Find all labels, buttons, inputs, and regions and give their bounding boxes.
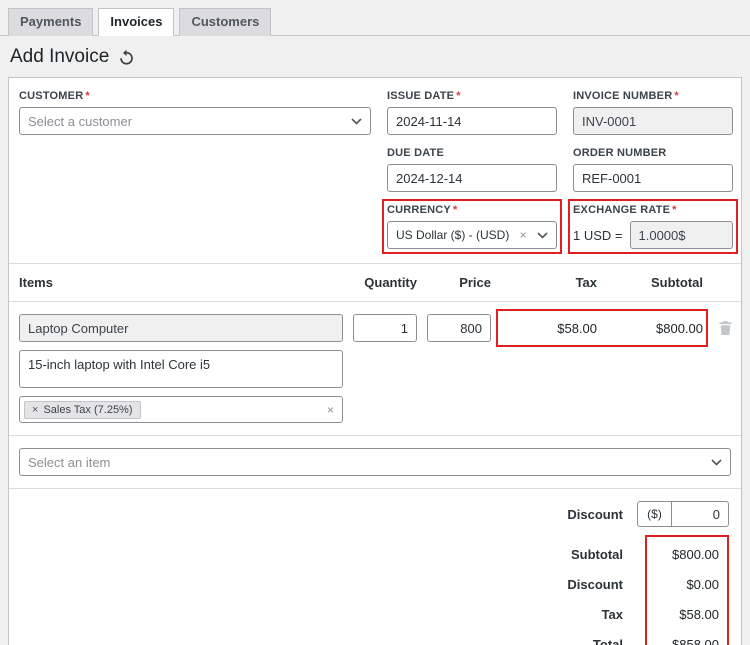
chevron-down-icon — [711, 458, 722, 466]
currency-label: CURRENCY — [387, 204, 451, 216]
due-date-input[interactable]: 2024-12-14 — [387, 164, 557, 192]
quantity-header-label: Quantity — [364, 275, 417, 290]
subtotal-header-label: Subtotal — [651, 275, 703, 290]
tab-payments[interactable]: Payments — [8, 8, 94, 36]
add-item-row: Select an item — [9, 435, 741, 489]
required-marker: * — [85, 90, 90, 102]
exchange-rate-prefix: 1 USD = — [573, 227, 623, 243]
item-select[interactable]: Select an item — [19, 448, 731, 476]
discount-group: ($) 0 — [637, 501, 729, 527]
discount-unit-select[interactable]: ($) — [638, 502, 672, 526]
tax-value: $58.00 — [679, 606, 719, 622]
totals-values-highlight-box: $800.00 $0.00 $58.00 $858.00 — [645, 535, 729, 645]
subtotal-label: Subtotal — [571, 546, 623, 562]
required-marker: * — [456, 90, 461, 102]
issue-date-label: ISSUE DATE — [387, 90, 455, 102]
totals-table: Subtotal Discount Tax Total $800.00 $0.0… — [567, 535, 729, 645]
invoice-form: CUSTOMER * Select a customer ISSUE DATE * … — [9, 78, 741, 263]
customer-label: CUSTOMER — [19, 90, 84, 102]
tax-header-label: Tax — [575, 275, 597, 290]
discount-input-row: Discount ($) 0 — [567, 501, 729, 527]
order-number-group: ORDER NUMBER REF-0001 — [573, 147, 733, 192]
totals-labels: Subtotal Discount Tax Total — [567, 539, 623, 645]
order-number-label: ORDER NUMBER — [573, 147, 667, 159]
item-tax-value: $58.00 — [557, 320, 597, 336]
totals-section: Discount ($) 0 Subtotal Discount Tax Tot… — [9, 489, 741, 645]
clear-tags-icon[interactable]: × — [327, 403, 334, 417]
order-number-input[interactable]: REF-0001 — [573, 164, 733, 192]
total-label: Total — [592, 636, 623, 645]
currency-clear-icon[interactable]: × — [520, 228, 527, 242]
item-name-field: Laptop Computer — [19, 314, 343, 342]
invoice-number-group: INVOICE NUMBER * INV-0001 — [573, 90, 733, 135]
tax-label: Tax — [601, 606, 623, 622]
items-body: Laptop Computer 1 800 $58.00 $800.00 15-… — [9, 302, 741, 435]
items-header-label: Items — [19, 275, 53, 290]
tab-bar: Payments Invoices Customers — [0, 0, 750, 36]
chevron-down-icon — [351, 117, 362, 125]
discount-label: Discount — [567, 576, 623, 592]
currency-value: US Dollar ($) - (USD) — [396, 228, 510, 242]
currency-select[interactable]: US Dollar ($) - (USD) × — [387, 221, 557, 249]
tab-invoices[interactable]: Invoices — [98, 8, 175, 36]
undo-icon — [120, 49, 134, 65]
item-quantity-input[interactable]: 1 — [353, 314, 417, 342]
invoice-number-field: INV-0001 — [573, 107, 733, 135]
required-marker: * — [672, 204, 677, 216]
title-row: Add Invoice — [0, 36, 750, 77]
chevron-down-icon — [537, 231, 548, 239]
undo-button[interactable] — [118, 49, 135, 66]
required-marker: * — [452, 204, 458, 216]
chip-remove-icon[interactable]: × — [32, 404, 38, 416]
item-select-placeholder: Select an item — [28, 454, 111, 470]
page-title: Add Invoice — [10, 46, 110, 67]
invoice-number-label: INVOICE NUMBER — [573, 90, 673, 102]
tax-tag-chip: × Sales Tax (7.25%) — [24, 400, 141, 419]
required-marker: * — [674, 90, 679, 102]
customer-placeholder: Select a customer — [28, 113, 133, 129]
exchange-rate-label: EXCHANGE RATE — [573, 204, 671, 216]
due-date-group: DUE DATE 2024-12-14 — [387, 147, 557, 192]
item-price-input[interactable]: 800 — [427, 314, 491, 342]
item-tax-tag-field[interactable]: × Sales Tax (7.25%) × — [19, 396, 343, 423]
item-description-textarea[interactable]: 15-inch laptop with Intel Core i5 — [19, 350, 343, 388]
add-invoice-panel: CUSTOMER * Select a customer ISSUE DATE * … — [8, 77, 742, 645]
issue-date-input[interactable]: 2024-11-14 — [387, 107, 557, 135]
customer-field-group: CUSTOMER * Select a customer — [19, 90, 371, 135]
exchange-rate-group: EXCHANGE RATE * 1 USD = 1.0000$ — [568, 199, 738, 254]
discount-value: $0.00 — [686, 576, 719, 592]
price-header-label: Price — [459, 275, 491, 290]
currency-group: CURRENCY * US Dollar ($) - (USD) × — [382, 199, 562, 254]
total-value: $858.00 — [672, 636, 719, 645]
issue-date-group: ISSUE DATE * 2024-11-14 — [387, 90, 557, 135]
customer-select[interactable]: Select a customer — [19, 107, 371, 135]
trash-icon — [719, 321, 732, 335]
due-date-label: DUE DATE — [387, 147, 445, 159]
tax-tag-label: Sales Tax (7.25%) — [43, 403, 133, 416]
tab-customers[interactable]: Customers — [179, 8, 272, 36]
item-row: Laptop Computer 1 800 $58.00 $800.00 — [19, 309, 733, 347]
items-table-header: Items Quantity Price Tax Subtotal — [9, 263, 741, 302]
delete-item-button[interactable] — [713, 320, 733, 336]
exchange-rate-field: 1.0000$ — [629, 221, 733, 249]
item-tax-subtotal: $58.00 $800.00 — [496, 309, 708, 347]
subtotal-value: $800.00 — [672, 546, 719, 562]
item-subtotal-value: $800.00 — [656, 320, 703, 336]
discount-input-label: Discount — [567, 506, 623, 522]
discount-value-input[interactable]: 0 — [672, 502, 728, 526]
